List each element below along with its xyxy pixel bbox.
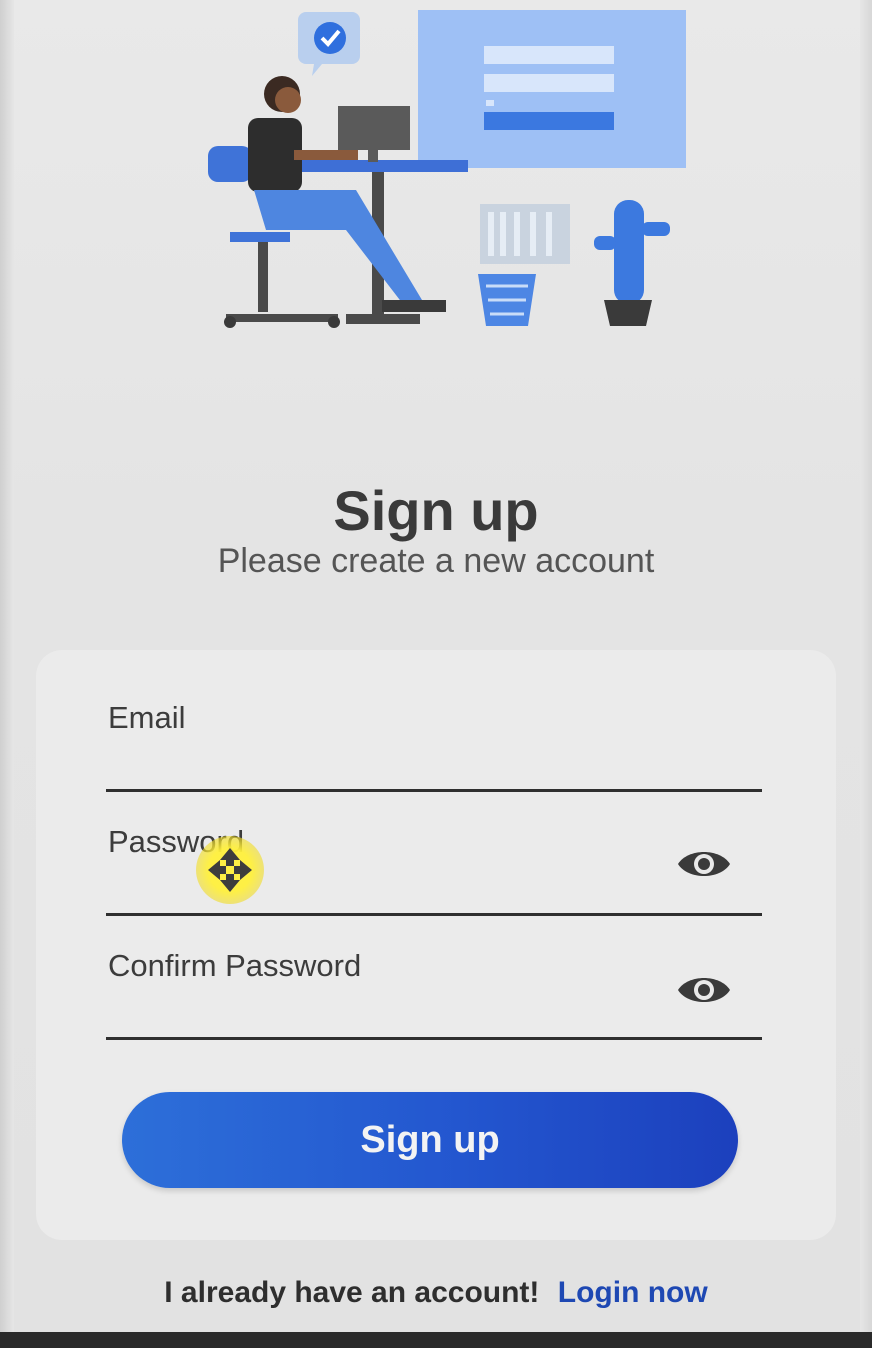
password-input[interactable] [106,869,666,909]
signup-screen: Sign up Please create a new account Emai… [0,0,872,1348]
page-title: Sign up [333,479,539,542]
person-at-desk-illustration [208,10,686,328]
email-field[interactable]: Email [106,692,762,792]
email-input[interactable] [106,745,666,785]
check-icon [314,22,346,54]
footer: I already have an account! Login now [0,1276,872,1310]
eye-icon[interactable] [676,846,732,882]
page-subtitle: Please create a new account [217,542,655,580]
bottom-bar [0,1332,872,1348]
confirm-password-label: Confirm Password [108,948,362,983]
confirm-password-input[interactable] [106,993,666,1033]
right-edge [860,0,872,1348]
login-now-link[interactable]: Login now [558,1276,708,1309]
confirm-password-field[interactable]: Confirm Password [106,940,762,1040]
left-edge [0,0,14,1348]
move-cursor-icon [196,836,264,904]
footer-prompt: I already have an account! [164,1276,540,1309]
email-label: Email [108,700,186,735]
signup-button[interactable]: Sign up [122,1092,738,1188]
eye-icon[interactable] [676,972,732,1008]
